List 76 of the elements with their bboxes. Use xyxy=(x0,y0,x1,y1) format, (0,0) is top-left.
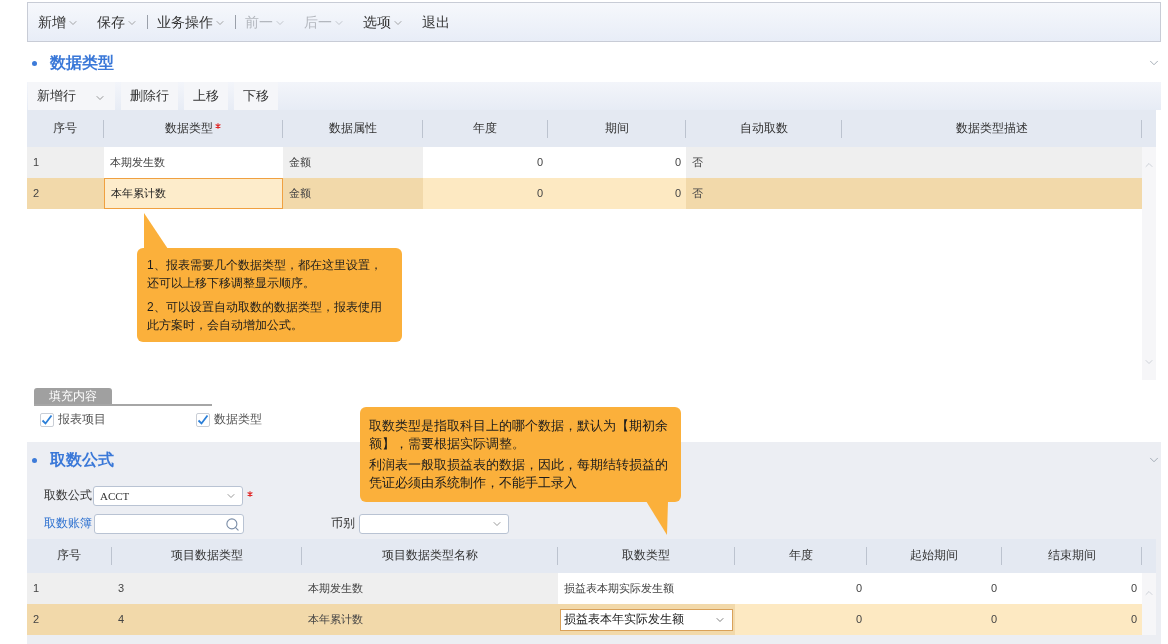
table-cell[interactable]: 0 xyxy=(735,604,867,635)
column-header: 年度 xyxy=(788,548,813,564)
checkmark-icon xyxy=(41,413,53,426)
column-header: 结束期间 xyxy=(1047,548,1096,564)
table-row[interactable]: 1 本期发生数 金额 0 0 否 xyxy=(27,147,1142,178)
checkbox[interactable] xyxy=(40,412,54,427)
table-cell-text: 金额 xyxy=(288,155,312,171)
column-header: 数据类型描述 xyxy=(955,120,1028,136)
menu-button[interactable]: 业务操作 xyxy=(148,8,235,36)
table-cell-text: 金额 xyxy=(288,186,312,202)
menu-button[interactable]: 退出 xyxy=(413,8,459,36)
callout-text: 取数类型是指取科目上的哪个数据，默认为【期初余额】，需要根据实际调整。 xyxy=(369,418,669,453)
table-cell-text: 否 xyxy=(691,186,704,202)
toolbar-button[interactable]: 删除行 xyxy=(121,82,178,110)
checkbox[interactable] xyxy=(196,412,210,427)
column-header: 自动取数 xyxy=(739,120,788,136)
field-label: 取数公式 xyxy=(44,488,92,504)
table-cell[interactable]: 0 xyxy=(548,178,686,209)
bullet-icon xyxy=(32,60,37,66)
table-cell[interactable]: 本期发生数 xyxy=(104,147,283,178)
search-field[interactable] xyxy=(94,514,244,534)
section-title: 取数公式 xyxy=(50,450,114,470)
table-row[interactable]: 2 4 本年累计数 损益表本年实际发生额 0 0 0 xyxy=(27,604,1142,635)
table-cell[interactable]: 损益表本期实际发生额 xyxy=(558,573,735,604)
menu-button[interactable]: 保存 xyxy=(88,8,147,36)
formula-select[interactable]: ACCT xyxy=(93,486,243,506)
field-label: 币别 xyxy=(331,516,356,532)
toolbar-button[interactable]: 新增行 xyxy=(28,82,115,110)
table-cell[interactable]: 0 xyxy=(867,604,1002,635)
toolbar-button[interactable]: 上移 xyxy=(184,82,228,110)
bullet-icon xyxy=(32,457,37,463)
table-cell-text: 2 xyxy=(32,612,41,628)
checkmark-icon xyxy=(197,413,209,426)
checkbox-label: 报表项目 xyxy=(58,411,106,427)
table-cell[interactable]: 0 xyxy=(867,573,1002,604)
table-cell-text: 本年累计数 xyxy=(307,612,364,628)
table-cell-text: 1 xyxy=(32,581,41,597)
callout-text: 1、报表需要几个数据类型，都在这里设置，还可以上移下移调整显示顺序。 xyxy=(147,257,383,292)
column-header: 起始期间 xyxy=(910,548,958,564)
menu-button[interactable]: 新增 xyxy=(29,8,88,36)
column-header: 序号 xyxy=(53,120,77,136)
currency-select[interactable] xyxy=(359,514,509,534)
table-row[interactable]: 1 3 本期发生数 损益表本期实际发生额 0 0 0 xyxy=(27,573,1142,604)
table-cell-text: 3 xyxy=(117,581,126,597)
column-header: 年度 xyxy=(473,120,497,136)
table-cell-text: 否 xyxy=(691,155,704,171)
table-cell[interactable]: 0 xyxy=(423,178,548,209)
callout-text: 2、可以设置自动取数的数据类型，报表使用此方案时，会自动增加公式。 xyxy=(147,299,383,334)
table-cell[interactable]: 0 xyxy=(1002,604,1142,635)
callout-text: 利润表一般取损益表的数据，因此，每期结转损益的凭证必须由系统制作，不能手工录入 xyxy=(369,457,669,492)
table-row[interactable]: 2 本年累计数 金额 0 0 否 xyxy=(27,178,1142,209)
table-cell[interactable]: 0 xyxy=(735,573,867,604)
column-header: 期间 xyxy=(604,120,629,136)
table-cell-text: 本期发生数 xyxy=(307,581,364,597)
column-header: 数据属性 xyxy=(328,120,377,136)
toolbar-button[interactable]: 下移 xyxy=(234,82,278,110)
table-cell[interactable]: 0 xyxy=(548,147,686,178)
column-header: 项目数据类型名称 xyxy=(381,548,478,564)
menu-button[interactable]: 选项 xyxy=(354,8,413,36)
table-cell-text: 2 xyxy=(32,186,41,202)
scrollbar[interactable] xyxy=(1142,147,1156,380)
ledger-link[interactable]: 取数账簿 xyxy=(44,515,94,533)
dropdown-field[interactable]: 损益表本年实际发生额 xyxy=(560,608,733,631)
column-header: 项目数据类型 xyxy=(170,548,243,564)
column-header: 取数类型 xyxy=(622,548,670,564)
checkbox-label: 数据类型 xyxy=(214,411,262,427)
table-cell-text: 4 xyxy=(117,612,126,628)
column-header: 序号 xyxy=(57,548,81,564)
search-icon[interactable] xyxy=(225,516,240,532)
scrollbar[interactable] xyxy=(1142,573,1156,635)
table-cell[interactable]: 0 xyxy=(1002,573,1142,604)
column-header: 数据类型 xyxy=(165,120,213,136)
table-cell[interactable]: 0 xyxy=(423,147,548,178)
section-title: 数据类型 xyxy=(50,53,114,73)
input-field[interactable]: 本年累计数 xyxy=(104,178,283,209)
table-cell-text: 1 xyxy=(32,155,41,171)
